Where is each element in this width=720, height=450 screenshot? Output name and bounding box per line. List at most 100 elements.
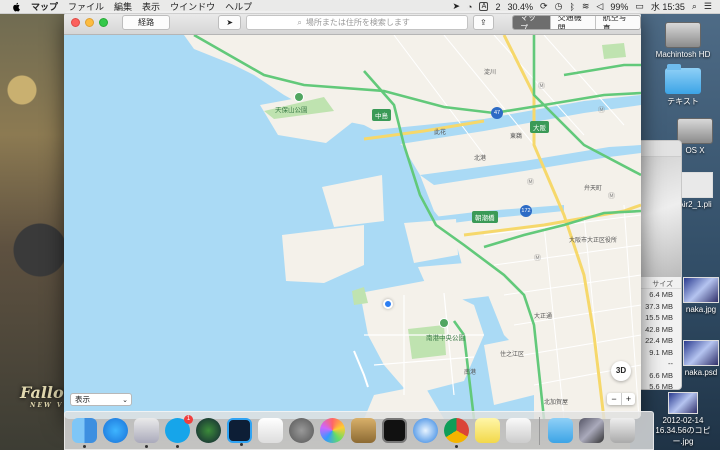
running-indicator: [176, 445, 179, 448]
zoom-in-button[interactable]: +: [621, 393, 635, 405]
dock-preview-icon[interactable]: [134, 418, 159, 448]
search-field[interactable]: ⌕ 場所または住所を検索します: [246, 15, 468, 30]
wifi-status-icon[interactable]: ◔: [467, 2, 472, 12]
notification-count[interactable]: 2: [495, 2, 500, 12]
poi-label[interactable]: 天保山公園: [275, 104, 308, 114]
place-label: 東鵜: [510, 134, 523, 140]
menu-file[interactable]: ファイル: [68, 0, 104, 13]
dock-activity-monitor-icon[interactable]: [382, 418, 407, 443]
zoom-out-button[interactable]: −: [607, 393, 621, 405]
3d-button[interactable]: 3D: [611, 361, 631, 381]
dock-script-editor-icon[interactable]: [506, 418, 531, 443]
maps-window: 経路 ➤ ⌕ 場所または住所を検索します ⇪ マップ 交通機関 航空写真 天保山…: [64, 11, 641, 419]
maps-toolbar: 経路 ➤ ⌕ 場所または住所を検索します ⇪ マップ 交通機関 航空写真: [64, 11, 641, 35]
dock-textedit-icon[interactable]: [258, 418, 283, 443]
metro-station-icon[interactable]: Ⓜ: [538, 81, 545, 91]
dock-app-store-icon[interactable]: [103, 418, 128, 443]
metro-station-icon[interactable]: Ⓜ: [598, 105, 605, 115]
battery-icon[interactable]: ▭: [635, 1, 644, 12]
place-label: 南港: [464, 370, 477, 376]
clock-icon[interactable]: ◷: [555, 1, 563, 12]
place-label: 弁天町: [584, 186, 603, 192]
search-icon: ⌕: [297, 17, 302, 27]
running-indicator: [83, 445, 86, 448]
cpu-usage[interactable]: 30.4%: [508, 2, 534, 12]
search-icon[interactable]: ⌕: [692, 1, 697, 12]
metro-station-icon[interactable]: Ⓜ: [608, 191, 615, 201]
folder-icon: [665, 64, 701, 94]
menu-window[interactable]: ウインドウ: [170, 0, 215, 13]
search-placeholder: 場所または住所を検索します: [305, 18, 410, 27]
close-button[interactable]: [71, 18, 80, 27]
dock-photo-stack-icon[interactable]: [579, 418, 604, 443]
map-canvas[interactable]: 天保山公園 南港中央公園 中島 朝潮橋 47 172 大阪 淀川 此花 北港 弁…: [64, 33, 641, 419]
location-arrow-icon[interactable]: ➤: [453, 1, 461, 12]
place-label: 北港: [474, 156, 487, 162]
place-label: 大正通: [534, 314, 553, 320]
share-button[interactable]: ⇪: [472, 15, 494, 30]
hard-drive-icon: [665, 22, 701, 48]
chevron-down-icon: ⌄: [122, 396, 128, 404]
highway-shield-icon: 172: [520, 205, 532, 217]
dock-chrome-icon[interactable]: [444, 418, 469, 448]
running-indicator: [455, 445, 458, 448]
dock-system-preferences-icon[interactable]: [289, 418, 314, 443]
dock-sketch-icon[interactable]: [351, 418, 376, 443]
menu-help[interactable]: ヘルプ: [225, 0, 252, 13]
road-label-badge: 朝潮橋: [472, 211, 498, 223]
running-indicator: [240, 443, 243, 446]
park-poi-icon[interactable]: [294, 92, 304, 102]
poi-label[interactable]: 南港中央公園: [426, 332, 465, 342]
clock[interactable]: 水 15:35: [651, 0, 685, 13]
apple-menu-icon[interactable]: [12, 2, 21, 12]
map-mode-segmented-control: マップ 交通機関 航空写真: [511, 15, 641, 30]
zoom-control: − +: [607, 393, 635, 405]
menu-edit[interactable]: 編集: [114, 0, 132, 13]
metro-station-icon[interactable]: Ⓜ: [527, 177, 534, 187]
wifi-icon[interactable]: ≋: [582, 1, 590, 12]
dock-downloads-folder-icon[interactable]: [548, 418, 573, 443]
a-status-icon[interactable]: A: [479, 2, 489, 11]
map-graphic: [64, 33, 641, 419]
directions-button[interactable]: 経路: [122, 15, 171, 30]
desktop-item-text-folder[interactable]: テキスト: [648, 64, 718, 107]
zoom-button[interactable]: [99, 18, 108, 27]
display-label: 表示: [75, 395, 90, 404]
menu-view[interactable]: 表示: [142, 0, 160, 13]
station-label-badge[interactable]: 大阪: [530, 121, 549, 133]
volume-icon[interactable]: ◁: [596, 1, 603, 12]
desktop-item-screenshot[interactable]: 2012-02-14 16.34.56のコピー.jpg: [648, 392, 718, 447]
highway-shield-icon: 47: [491, 107, 503, 119]
dock-photos-icon[interactable]: [320, 418, 345, 443]
tab-map[interactable]: マップ: [512, 16, 550, 29]
metro-station-icon[interactable]: Ⓜ: [534, 253, 541, 263]
dock-safari-icon[interactable]: [413, 418, 438, 443]
psd-thumbnail-icon: [683, 340, 719, 366]
bluetooth-icon[interactable]: ᛒ: [569, 2, 574, 12]
current-location-button[interactable]: ➤: [218, 15, 242, 30]
notification-center-icon[interactable]: ☰: [704, 1, 712, 12]
minimize-button[interactable]: [85, 18, 94, 27]
current-location-dot[interactable]: [383, 299, 393, 309]
menu-bar: マップ ファイル 編集 表示 ウインドウ ヘルプ ➤ ◔ A 2 30.4% ⟳…: [0, 0, 720, 14]
park-poi-icon[interactable]: [439, 318, 449, 328]
place-label: 此花: [434, 130, 447, 136]
place-label: 住之江区: [500, 352, 525, 358]
dock-time-machine-icon[interactable]: [196, 418, 221, 443]
display-popup[interactable]: 表示 ⌄: [70, 393, 132, 406]
tab-satellite[interactable]: 航空写真: [594, 16, 640, 29]
place-label: 淀川: [484, 70, 497, 76]
dock-photoshop-icon[interactable]: [227, 418, 252, 446]
dock-notes-icon[interactable]: [475, 418, 500, 443]
dock-skype-icon[interactable]: 1: [165, 415, 193, 448]
place-label: 大阪市大正区役所: [569, 238, 618, 244]
tab-transit[interactable]: 交通機関: [549, 16, 595, 29]
battery-percent[interactable]: 99%: [610, 2, 628, 12]
menu-app-name[interactable]: マップ: [31, 0, 58, 13]
desktop-item-hd[interactable]: Machintosh HD: [648, 22, 718, 59]
wallpaper-logo: Fallo NEW V: [20, 383, 64, 409]
dock-finder-icon[interactable]: [72, 418, 97, 448]
place-label: 北加賀屋: [544, 400, 569, 406]
sync-icon[interactable]: ⟳: [540, 1, 548, 12]
dock-trash-icon[interactable]: [610, 418, 635, 443]
